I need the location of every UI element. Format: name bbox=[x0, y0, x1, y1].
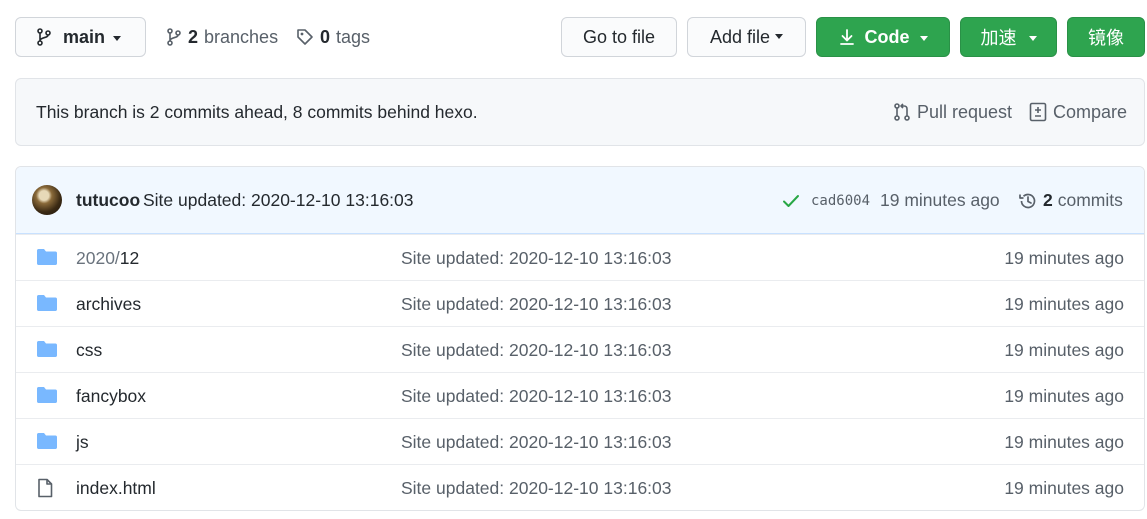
folder-icon bbox=[36, 294, 58, 314]
tags-link[interactable]: 0 tags bbox=[296, 17, 370, 57]
file-icon bbox=[36, 478, 58, 498]
compare-label: Compare bbox=[1053, 101, 1128, 122]
commits-count: 2 bbox=[1043, 190, 1053, 210]
git-branch-icon bbox=[166, 28, 182, 46]
commits-history-link[interactable]: 2 commits bbox=[1018, 167, 1123, 234]
branch-status-banner: This branch is 2 commits ahead, 8 commit… bbox=[15, 78, 1145, 146]
check-icon bbox=[782, 193, 800, 209]
history-icon bbox=[1018, 191, 1038, 211]
file-commit-age: 19 minutes ago bbox=[1004, 477, 1124, 498]
file-row[interactable]: js Site updated: 2020-12-10 13:16:03 19 mi… bbox=[16, 418, 1144, 464]
file-commit-age: 19 minutes ago bbox=[1004, 247, 1124, 268]
pull-request-link[interactable]: Pull request bbox=[893, 79, 1012, 145]
git-branch-icon bbox=[36, 28, 52, 46]
file-name-link[interactable]: archives bbox=[76, 281, 141, 327]
file-name: 12 bbox=[119, 247, 140, 268]
file-row[interactable]: fancybox Site updated: 2020-12-10 13:16:0… bbox=[16, 372, 1144, 418]
file-commit-message[interactable]: Site updated: 2020-12-10 13:16:03 bbox=[401, 465, 672, 510]
file-commit-message[interactable]: Site updated: 2020-12-10 13:16:03 bbox=[401, 373, 672, 419]
commit-age: 19 minutes ago bbox=[880, 190, 1000, 210]
code-label: Code bbox=[864, 26, 910, 47]
branches-count: 2 bbox=[188, 26, 199, 47]
tags-count: 0 bbox=[320, 26, 331, 47]
file-name: css bbox=[76, 339, 103, 360]
file-commit-message[interactable]: Site updated: 2020-12-10 13:16:03 bbox=[401, 327, 672, 373]
commit-author[interactable]: tutucoo bbox=[76, 167, 140, 234]
branch-select-button[interactable]: main bbox=[15, 17, 146, 57]
file-commit-age: 19 minutes ago bbox=[1004, 385, 1124, 406]
commit-status[interactable] bbox=[782, 167, 800, 234]
folder-icon bbox=[36, 340, 58, 360]
speedup-button[interactable]: 加速 bbox=[960, 17, 1057, 57]
avatar[interactable] bbox=[32, 185, 62, 215]
tags-label: tags bbox=[336, 26, 371, 47]
file-commit-age: 19 minutes ago bbox=[1004, 339, 1124, 360]
pull-request-label: Pull request bbox=[917, 101, 1013, 122]
file-name-link[interactable]: index.html bbox=[76, 465, 156, 510]
file-name-prefix: 2020/ bbox=[76, 247, 120, 268]
tag-icon bbox=[296, 28, 314, 46]
download-icon bbox=[839, 28, 855, 46]
file-name: index.html bbox=[76, 477, 156, 498]
chevron-down-icon bbox=[113, 35, 122, 41]
file-name-link[interactable]: 2020/12 bbox=[76, 235, 139, 281]
file-row[interactable]: 2020/12 Site updated: 2020-12-10 13:16:03… bbox=[16, 234, 1144, 280]
file-commit-message[interactable]: Site updated: 2020-12-10 13:16:03 bbox=[401, 419, 672, 465]
code-button[interactable]: Code bbox=[816, 17, 950, 57]
file-name-link[interactable]: fancybox bbox=[76, 373, 146, 419]
diff-icon bbox=[1029, 102, 1047, 122]
file-commit-message[interactable]: Site updated: 2020-12-10 13:16:03 bbox=[401, 235, 672, 281]
branch-status-text: This branch is 2 commits ahead, 8 commit… bbox=[36, 101, 478, 122]
git-pull-request-icon bbox=[893, 102, 911, 122]
add-file-label: Add file bbox=[709, 26, 771, 47]
file-name: fancybox bbox=[76, 385, 147, 406]
file-commit-message[interactable]: Site updated: 2020-12-10 13:16:03 bbox=[401, 281, 672, 327]
speedup-label: 加速 bbox=[980, 28, 1017, 48]
chevron-down-icon bbox=[919, 35, 928, 41]
go-to-file-button[interactable]: Go to file bbox=[561, 17, 677, 57]
branch-name: main bbox=[63, 26, 106, 47]
branches-link[interactable]: 2 branches bbox=[166, 17, 278, 57]
latest-commit-header: tutucoo Site updated: 2020-12-10 13:16:0… bbox=[16, 167, 1144, 234]
chevron-down-icon bbox=[1028, 35, 1037, 41]
compare-link[interactable]: Compare bbox=[1029, 79, 1127, 145]
file-row[interactable]: index.html Site updated: 2020-12-10 13:16… bbox=[16, 464, 1144, 510]
folder-icon bbox=[36, 248, 58, 268]
file-commit-age: 19 minutes ago bbox=[1004, 293, 1124, 314]
repo-toolbar: main 2 branches 0 tags Go to file Add fi… bbox=[15, 17, 1145, 57]
go-to-file-label: Go to file bbox=[582, 26, 656, 47]
file-browser: tutucoo Site updated: 2020-12-10 13:16:0… bbox=[15, 166, 1145, 511]
mirror-label: 镜像 bbox=[1088, 28, 1124, 48]
file-name-link[interactable]: css bbox=[76, 327, 102, 373]
commit-sha: cad6004 bbox=[811, 192, 871, 209]
file-row[interactable]: css Site updated: 2020-12-10 13:16:03 19 m… bbox=[16, 326, 1144, 372]
mirror-button[interactable]: 镜像 bbox=[1067, 17, 1145, 57]
file-name-link[interactable]: js bbox=[76, 419, 89, 465]
branches-label: branches bbox=[204, 26, 279, 47]
folder-icon bbox=[36, 432, 58, 452]
commits-label: commits bbox=[1057, 190, 1123, 210]
file-commit-age: 19 minutes ago bbox=[1004, 431, 1124, 452]
file-name: js bbox=[76, 431, 89, 452]
commit-sha-link[interactable]: cad6004 bbox=[811, 167, 870, 234]
chevron-down-icon bbox=[775, 33, 784, 39]
commit-message[interactable]: Site updated: 2020-12-10 13:16:03 bbox=[143, 167, 414, 234]
add-file-button[interactable]: Add file bbox=[687, 17, 806, 57]
file-row[interactable]: archives Site updated: 2020-12-10 13:16:0… bbox=[16, 280, 1144, 326]
folder-icon bbox=[36, 386, 58, 406]
file-name: archives bbox=[76, 293, 142, 314]
